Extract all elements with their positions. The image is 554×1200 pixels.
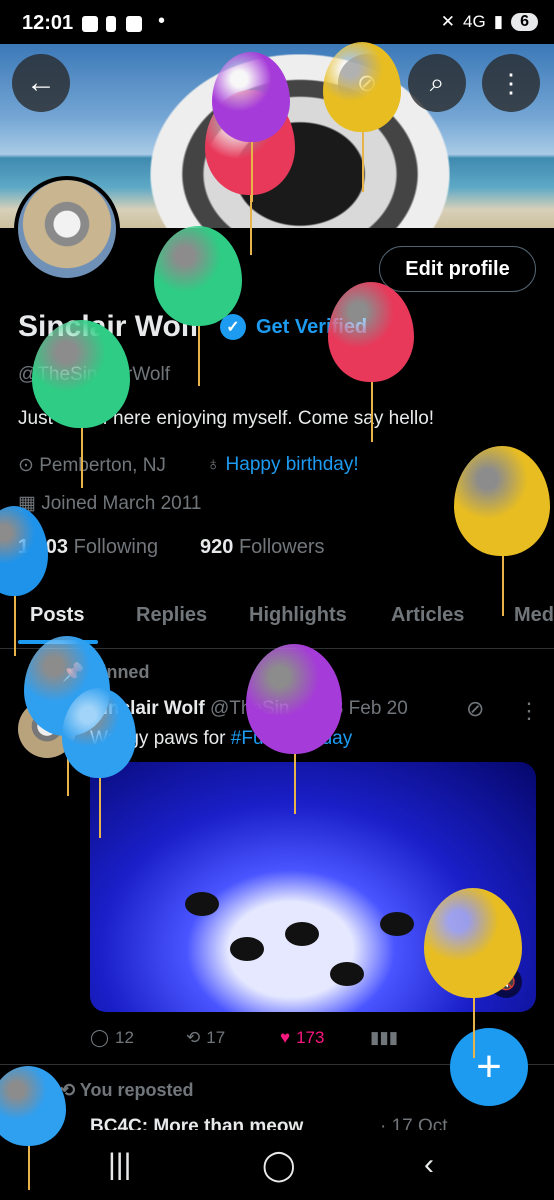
tab-replies[interactable]: Replies (136, 604, 207, 627)
signal-icon: ▮ (493, 12, 504, 31)
paw-pad (380, 912, 414, 936)
balloon-string (198, 326, 200, 386)
balloon-body (328, 282, 414, 382)
more-button[interactable]: ⋮ (482, 54, 540, 112)
plus-icon: + (476, 1042, 502, 1091)
back-button[interactable]: ← (12, 54, 70, 112)
tab-articles[interactable]: Articles (391, 604, 464, 627)
balloon-icon: ♁ (206, 454, 221, 475)
status-bar: 12:01 • ✕ 4G ▮ 6 (0, 0, 554, 44)
reply-icon: ◯ (90, 1028, 110, 1047)
location-pin-icon: ⊙ (18, 455, 34, 476)
balloon-body (323, 42, 401, 132)
dot-icon: • (158, 10, 166, 32)
battery-level: 6 (511, 13, 538, 31)
balloon-string (99, 778, 101, 838)
balloon-string (502, 556, 504, 616)
discord-icon (126, 16, 142, 32)
like-count: 173 (296, 1028, 325, 1047)
balloon-string (294, 754, 296, 814)
followers-link[interactable]: 920 Followers (200, 536, 325, 559)
tab-highlights[interactable]: Highlights (249, 604, 347, 627)
repost-icon: ⟲ (186, 1028, 201, 1047)
balloon-body (212, 52, 290, 142)
arrow-left-icon: ← (26, 66, 56, 99)
reply-count: 12 (115, 1028, 134, 1047)
heart-icon: ♥ (280, 1028, 291, 1047)
reposted-label: You reposted (79, 1080, 194, 1100)
birthday-row: ♁ Happy birthday! (206, 454, 359, 476)
status-time: 12:01 (22, 12, 74, 34)
joined-text: Joined March 2011 (41, 493, 202, 514)
recents-icon[interactable]: ||| (108, 1148, 131, 1182)
location-text: Pemberton, NJ (39, 455, 166, 476)
paw-pad (285, 922, 319, 946)
grok-post-icon[interactable]: ⊘ (466, 696, 484, 722)
more-vertical-icon: ⋮ (498, 67, 524, 98)
balloon-body (246, 644, 342, 754)
followers-count: 920 (200, 536, 234, 558)
balloon-string (473, 998, 475, 1058)
balloon-string (14, 596, 16, 656)
mute-icon: ✕ (440, 12, 456, 31)
search-button[interactable]: ⌕ (408, 54, 466, 112)
reposted-row: ⟲ You reposted (60, 1080, 193, 1101)
back-nav-icon[interactable]: ‹ (424, 1148, 434, 1182)
following-label: Following (73, 536, 159, 558)
edit-profile-button[interactable]: Edit profile (379, 246, 536, 292)
location-row: ⊙ Pemberton, NJ (18, 454, 166, 477)
search-icon: ⌕ (429, 67, 445, 97)
repost-action[interactable]: ⟲ 17 (186, 1028, 225, 1048)
repost-count: 17 (206, 1028, 226, 1047)
followers-label: Followers (238, 536, 325, 558)
views-icon: ▮▮▮ (370, 1028, 399, 1047)
balloon-string (371, 382, 373, 442)
status-right: ✕ 4G ▮ 6 (441, 12, 538, 32)
views-action[interactable]: ▮▮▮ (370, 1028, 398, 1048)
balloon-string (251, 142, 253, 202)
paw-pad (230, 937, 264, 961)
paw-pad (330, 962, 364, 986)
post-more-icon[interactable]: ⋮ (518, 698, 540, 724)
avatar[interactable] (14, 176, 120, 282)
balloon-body (32, 320, 130, 428)
balloon-body (154, 226, 242, 326)
reply-action[interactable]: ◯ 12 (90, 1028, 134, 1048)
balloon-string (28, 1146, 30, 1190)
home-icon[interactable]: ◯ (262, 1148, 296, 1183)
joined-row: ▦ Joined March 2011 (18, 492, 201, 515)
balloon-body (0, 506, 48, 596)
tab-posts[interactable]: Posts (30, 604, 84, 627)
like-action[interactable]: ♥ 173 (280, 1028, 324, 1048)
compose-post-button[interactable]: + (450, 1028, 528, 1106)
birthday-text[interactable]: Happy birthday! (226, 454, 359, 475)
tab-media[interactable]: Media (514, 604, 554, 627)
balloon-body (454, 446, 550, 556)
balloon-string (250, 195, 252, 255)
balloon-body (424, 888, 522, 998)
balloon-string (362, 132, 364, 192)
balloon-string (81, 428, 83, 488)
banner-fursuit-image (150, 54, 450, 228)
balloon-body (0, 1066, 66, 1146)
network-label: 4G (463, 12, 486, 31)
balloon-body (62, 688, 136, 778)
system-nav-bar: ||| ◯ ‹ (0, 1130, 554, 1200)
notification-icon (106, 16, 116, 32)
youtube-icon (82, 16, 98, 32)
paw-pad (185, 892, 219, 916)
